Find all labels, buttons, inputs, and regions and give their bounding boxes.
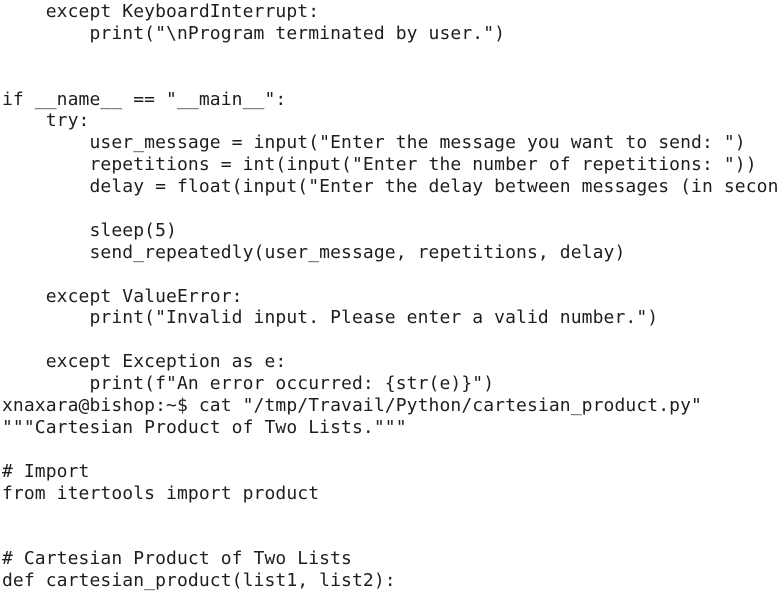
terminal-line: print(f"An error occurred: {str(e)}") xyxy=(2,373,495,395)
terminal-line: delay = float(input("Enter the delay bet… xyxy=(2,176,779,198)
terminal-line: from itertools import product xyxy=(2,482,320,504)
terminal-line: print("Invalid input. Please enter a val… xyxy=(2,307,659,329)
terminal-line: sleep(5) xyxy=(2,219,177,241)
terminal-window[interactable]: except KeyboardInterrupt: print("\nProgr… xyxy=(0,0,782,597)
terminal-line: except ValueError: xyxy=(2,285,243,307)
terminal-output: except KeyboardInterrupt: print("\nProgr… xyxy=(2,1,779,592)
terminal-line: except KeyboardInterrupt: xyxy=(2,1,320,22)
terminal-line: def cartesian_product(list1, list2): xyxy=(2,570,396,592)
terminal-line: if __name__ == "__main__": xyxy=(2,88,287,110)
terminal-line: print("\nProgram terminated by user.") xyxy=(2,22,506,44)
terminal-line: except Exception as e: xyxy=(2,351,287,373)
shell-prompt-command: xnaxara@bishop:~$ cat "/tmp/Travail/Pyth… xyxy=(2,395,702,417)
terminal-line: user_message = input("Enter the message … xyxy=(2,132,746,154)
terminal-line: try: xyxy=(2,110,90,132)
terminal-line: """Cartesian Product of Two Lists.""" xyxy=(2,416,407,438)
terminal-line: # Cartesian Product of Two Lists xyxy=(2,548,352,570)
terminal-line: repetitions = int(input("Enter the numbe… xyxy=(2,154,757,176)
terminal-line: send_repeatedly(user_message, repetition… xyxy=(2,241,626,263)
terminal-line: # Import xyxy=(2,460,90,482)
